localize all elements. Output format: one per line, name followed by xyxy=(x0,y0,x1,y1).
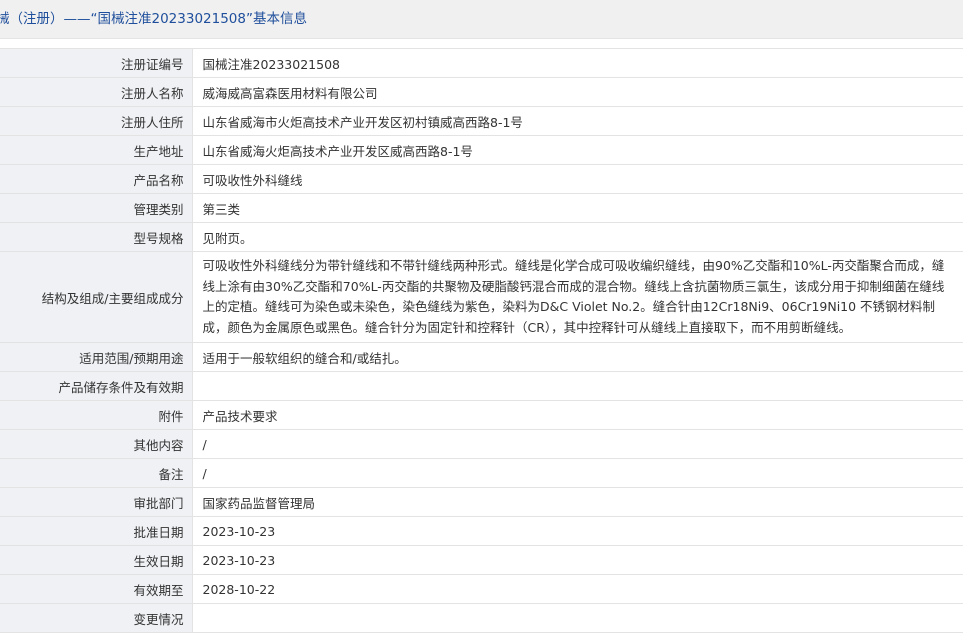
table-row: 生效日期 2023-10-23 xyxy=(0,545,963,575)
row-value-management-category: 第三类 xyxy=(192,193,963,223)
row-label-effective-date: 生效日期 xyxy=(0,545,193,575)
table-row: 注册人名称 威海威高富森医用材料有限公司 xyxy=(0,77,963,107)
row-label-approval-department: 审批部门 xyxy=(0,487,193,517)
row-value-production-address: 山东省威海火炬高技术产业开发区威高西路8-1号 xyxy=(192,135,963,165)
row-label-production-address: 生产地址 xyxy=(0,135,193,165)
row-label-storage-validity: 产品储存条件及有效期 xyxy=(0,371,193,401)
row-value-remarks: / xyxy=(192,458,963,488)
table-row: 备注 / xyxy=(0,458,963,488)
row-value-product-name: 可吸收性外科缝线 xyxy=(192,164,963,194)
table-row: 注册人住所 山东省威海市火炬高技术产业开发区初村镇威高西路8-1号 xyxy=(0,106,963,136)
row-value-registrant-name: 威海威高富森医用材料有限公司 xyxy=(192,77,963,107)
row-value-registrant-address: 山东省威海市火炬高技术产业开发区初村镇威高西路8-1号 xyxy=(192,106,963,136)
row-value-approval-department: 国家药品监督管理局 xyxy=(192,487,963,517)
row-label-product-name: 产品名称 xyxy=(0,164,193,194)
table-row: 有效期至 2028-10-22 xyxy=(0,574,963,604)
table-row: 管理类别 第三类 xyxy=(0,193,963,223)
row-label-intended-use: 适用范围/预期用途 xyxy=(0,342,193,372)
row-label-change-status: 变更情况 xyxy=(0,603,193,633)
table-row: 批准日期 2023-10-23 xyxy=(0,516,963,546)
table-row: 生产地址 山东省威海火炬高技术产业开发区威高西路8-1号 xyxy=(0,135,963,165)
row-value-storage-validity xyxy=(192,371,963,401)
row-value-approval-date: 2023-10-23 xyxy=(192,516,963,546)
table-row: 型号规格 见附页。 xyxy=(0,222,963,252)
table-row: 产品储存条件及有效期 xyxy=(0,371,963,401)
row-label-management-category: 管理类别 xyxy=(0,193,193,223)
page-title: 械（注册）——“国械注准20233021508”基本信息 xyxy=(0,11,307,27)
row-value-attachment: 产品技术要求 xyxy=(192,400,963,430)
row-value-model-spec: 见附页。 xyxy=(192,222,963,252)
row-value-change-status xyxy=(192,603,963,633)
table-row: 变更情况 xyxy=(0,603,963,633)
table-row: 审批部门 国家药品监督管理局 xyxy=(0,487,963,517)
table-row: 其他内容 / xyxy=(0,429,963,459)
row-label-other-content: 其他内容 xyxy=(0,429,193,459)
spacer xyxy=(0,39,963,48)
row-value-structure-composition: 可吸收性外科缝线分为带针缝线和不带针缝线两种形式。缝线是化学合成可吸收编织缝线，… xyxy=(192,251,963,343)
table-row: 适用范围/预期用途 适用于一般软组织的缝合和/或结扎。 xyxy=(0,342,963,372)
table-row: 结构及组成/主要组成成分 可吸收性外科缝线分为带针缝线和不带针缝线两种形式。缝线… xyxy=(0,251,963,343)
row-label-attachment: 附件 xyxy=(0,400,193,430)
table-row: 注册证编号 国械注准20233021508 xyxy=(0,48,963,78)
row-label-structure-composition: 结构及组成/主要组成成分 xyxy=(0,251,193,343)
row-value-registration-number: 国械注准20233021508 xyxy=(192,48,963,78)
row-value-effective-date: 2023-10-23 xyxy=(192,545,963,575)
row-label-remarks: 备注 xyxy=(0,458,193,488)
info-table: 注册证编号 国械注准20233021508 注册人名称 威海威高富森医用材料有限… xyxy=(0,48,963,633)
row-label-registrant-name: 注册人名称 xyxy=(0,77,193,107)
row-label-model-spec: 型号规格 xyxy=(0,222,193,252)
row-label-registrant-address: 注册人住所 xyxy=(0,106,193,136)
row-value-intended-use: 适用于一般软组织的缝合和/或结扎。 xyxy=(192,342,963,372)
row-value-other-content: / xyxy=(192,429,963,459)
page-title-bar: 械（注册）——“国械注准20233021508”基本信息 xyxy=(0,0,963,39)
row-label-registration-number: 注册证编号 xyxy=(0,48,193,78)
row-label-valid-until: 有效期至 xyxy=(0,574,193,604)
row-value-valid-until: 2028-10-22 xyxy=(192,574,963,604)
table-row: 产品名称 可吸收性外科缝线 xyxy=(0,164,963,194)
table-row: 附件 产品技术要求 xyxy=(0,400,963,430)
row-label-approval-date: 批准日期 xyxy=(0,516,193,546)
